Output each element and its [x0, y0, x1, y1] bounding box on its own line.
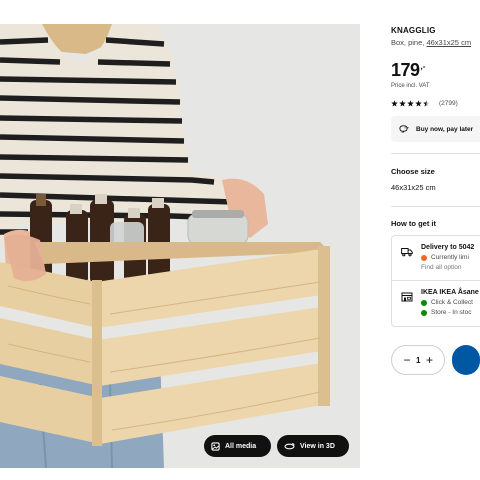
status-dot-green — [421, 309, 427, 316]
gallery-icon — [211, 441, 220, 451]
divider — [392, 280, 480, 281]
product-measurements-link[interactable]: 46x31x25 cm — [426, 38, 471, 47]
rotate-3d-icon — [284, 442, 295, 451]
star-full-icon — [399, 100, 406, 107]
fulfilment-options-box: Delivery to 5042 Currently limi Find all… — [391, 235, 480, 327]
product-description: Box, pine, 46x31x25 cm — [391, 38, 480, 47]
rating-count: (2799) — [439, 100, 458, 107]
product-info-panel: KNAGGLIG Box, pine, 46x31x25 cm 179 ,- P… — [391, 24, 480, 480]
buy-now-pay-later-button[interactable]: Buy now, pay later — [391, 116, 480, 142]
truck-icon — [401, 244, 413, 271]
choose-size-heading: Choose size — [391, 167, 435, 176]
store-icon — [401, 289, 413, 316]
store-option[interactable]: IKEA IKEA Åsane Click & Collect Store - … — [401, 289, 480, 316]
product-description-text: Box, pine, — [391, 38, 427, 47]
star-full-icon — [415, 100, 422, 107]
view-in-3d-button[interactable]: View in 3D — [277, 435, 349, 457]
delivery-option[interactable]: Delivery to 5042 Currently limi Find all… — [401, 244, 480, 271]
divider — [391, 206, 480, 207]
click-collect-status: Click & Collect — [421, 299, 479, 306]
store-stock-status: Store - In stoc — [421, 309, 479, 316]
product-price: 179 ,- — [391, 61, 480, 79]
quantity-stepper: − 1 + — [391, 345, 446, 375]
star-half-icon — [423, 100, 430, 107]
product-rating[interactable]: (2799) — [391, 100, 480, 107]
add-to-cart-row: − 1 + — [391, 345, 480, 375]
star-full-icon — [407, 100, 414, 107]
product-name: KNAGGLIG — [391, 26, 436, 35]
price-vat-note: Price incl. VAT — [391, 83, 430, 89]
delivery-title: Delivery to 5042 — [421, 244, 475, 251]
buy-now-pay-later-label: Buy now, pay later — [416, 125, 474, 133]
price-integer: 179 — [391, 60, 420, 80]
product-photo — [0, 24, 360, 468]
all-media-button[interactable]: All media — [204, 435, 271, 457]
store-stock-text: Store - In stoc — [431, 309, 472, 316]
delivery-status-text: Currently limi — [431, 254, 469, 261]
status-dot-orange — [421, 254, 427, 261]
product-image-panel[interactable]: All media View in 3D — [0, 24, 360, 468]
add-to-cart-button[interactable] — [452, 345, 480, 375]
status-dot-green — [421, 299, 427, 306]
selected-size[interactable]: 46x31x25 cm — [391, 183, 480, 192]
click-collect-text: Click & Collect — [431, 299, 473, 306]
quantity-increase-button[interactable]: + — [420, 351, 438, 369]
delivery-status: Currently limi — [421, 254, 474, 261]
star-full-icon — [391, 100, 398, 107]
price-decimal: ,- — [420, 62, 426, 71]
piggy-bank-icon — [398, 124, 409, 135]
view-in-3d-label: View in 3D — [300, 442, 335, 450]
delivery-options-link[interactable]: Find all option — [421, 264, 474, 271]
all-media-label: All media — [225, 442, 257, 450]
quantity-decrease-button[interactable]: − — [398, 351, 416, 369]
divider — [391, 153, 480, 154]
how-to-get-it-heading: How to get it — [391, 219, 436, 228]
store-title: IKEA IKEA Åsane — [421, 289, 479, 296]
